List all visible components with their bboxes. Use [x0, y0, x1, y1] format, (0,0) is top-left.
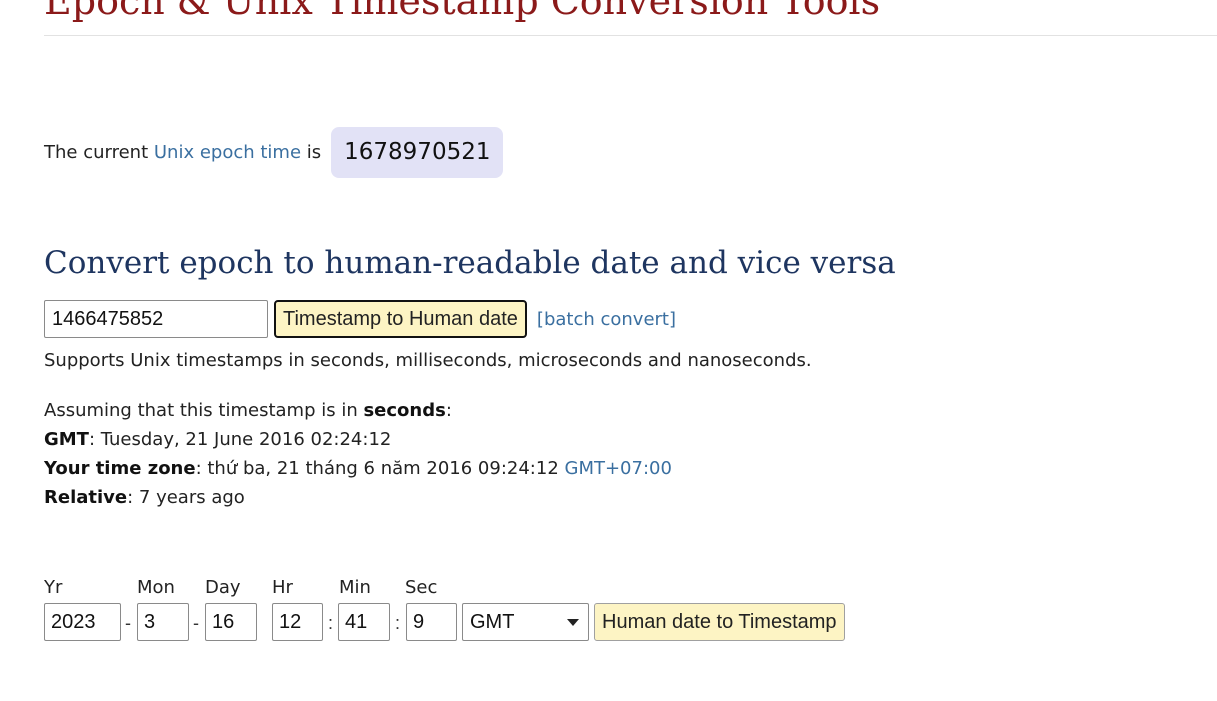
minute-label: Min: [339, 577, 371, 598]
human-to-timestamp-button[interactable]: Human date to Timestamp: [594, 603, 845, 641]
gmt-label: GMT: [44, 429, 89, 450]
timestamp-to-human-button[interactable]: Timestamp to Human date: [274, 300, 527, 338]
relative-label: Relative: [44, 487, 128, 508]
converter-heading: Convert epoch to human-readable date and…: [44, 245, 896, 281]
supports-note: Supports Unix timestamps in seconds, mil…: [44, 350, 812, 371]
month-label: Mon: [137, 577, 175, 598]
assuming-suffix: :: [445, 400, 452, 421]
local-time-value: : thứ ba, 21 tháng 6 năm 2016 09:24:12: [195, 458, 565, 479]
local-time-label: Your time zone: [44, 458, 196, 479]
timestamp-convert-row: Timestamp to Human date [batch convert]: [44, 300, 676, 338]
date-separator: -: [193, 613, 199, 633]
date-field-labels: Yr Mon Day Hr Min Sec: [44, 577, 544, 601]
assuming-prefix: Assuming that this timestamp is in: [44, 400, 364, 421]
human-date-form: - - : : GMT Human date to Timestamp: [44, 603, 864, 641]
relative-line: Relative: 7 years ago: [44, 483, 672, 512]
relative-value: : 7 years ago: [127, 487, 245, 508]
gmt-line: GMT: Tuesday, 21 June 2016 02:24:12: [44, 425, 672, 454]
timezone-selected-value: GMT: [470, 611, 515, 633]
conversion-result: Assuming that this timestamp is in secon…: [44, 396, 672, 512]
second-input[interactable]: [406, 603, 457, 641]
month-input[interactable]: [137, 603, 189, 641]
site-title: Epoch & Unix Timestamp Conversion Tools: [44, 0, 881, 23]
day-label: Day: [205, 577, 241, 598]
day-input[interactable]: [205, 603, 257, 641]
current-suffix: is: [301, 142, 322, 163]
gmt-value: : Tuesday, 21 June 2016 02:24:12: [88, 429, 392, 450]
second-label: Sec: [405, 577, 438, 598]
unix-epoch-time-link[interactable]: Unix epoch time: [154, 142, 301, 163]
local-time-line: Your time zone: thứ ba, 21 tháng 6 năm 2…: [44, 454, 672, 483]
time-separator: :: [328, 613, 334, 633]
current-prefix: The current: [44, 142, 154, 163]
batch-convert-link[interactable]: [batch convert]: [537, 309, 676, 330]
time-separator: :: [395, 613, 401, 633]
minute-input[interactable]: [338, 603, 390, 641]
hour-label: Hr: [272, 577, 293, 598]
assuming-unit: seconds: [363, 400, 446, 421]
page: Epoch & Unix Timestamp Conversion Tools …: [0, 0, 1217, 701]
title-divider: [44, 35, 1217, 36]
timestamp-input[interactable]: [44, 300, 268, 338]
year-label: Yr: [44, 577, 63, 598]
current-epoch-row: The current Unix epoch time is 167897052…: [44, 127, 504, 178]
timezone-select[interactable]: GMT: [462, 603, 589, 641]
hour-input[interactable]: [272, 603, 323, 641]
year-input[interactable]: [44, 603, 121, 641]
timezone-offset-link[interactable]: GMT+07:00: [565, 458, 672, 479]
chevron-down-icon: [567, 619, 579, 626]
date-separator: -: [125, 613, 131, 633]
current-epoch-value: 1678970521: [331, 127, 504, 178]
assuming-line: Assuming that this timestamp is in secon…: [44, 396, 672, 425]
